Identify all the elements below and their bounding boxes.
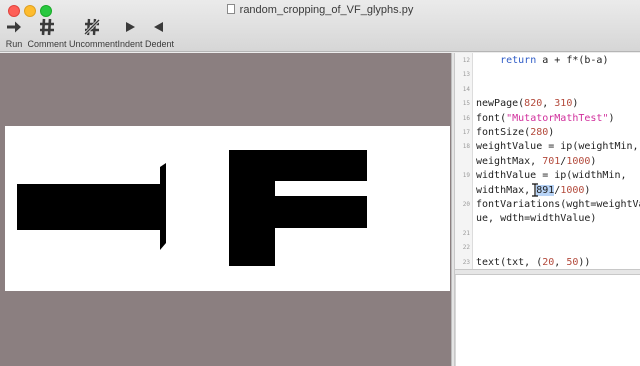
code-text: weightValue = ip(weightMin, (476, 140, 639, 154)
code-line[interactable]: 19 widthValue = ip(widthMin, (455, 169, 640, 183)
glyph-drawing (17, 150, 367, 266)
line-number: 16 (462, 114, 470, 122)
code-token-num: 280 (530, 127, 549, 138)
drawing-page (5, 126, 450, 291)
code-token-plain: )) (578, 256, 591, 268)
line-number: 21 (462, 229, 470, 237)
code-text: ue, wdth=widthValue) (476, 212, 596, 226)
code-token-num: 310 (554, 98, 573, 110)
code-token-kw: return (500, 55, 537, 66)
code-line[interactable]: 20 fontVariations(wght=weightVal (455, 198, 640, 212)
code-line[interactable]: 18 weightValue = ip(weightMin, (455, 140, 640, 154)
glyph-letter-f (229, 150, 367, 266)
code-token-num: 20 (542, 256, 555, 268)
code-token-plain: ) (572, 98, 579, 110)
indent-button[interactable]: Indent (117, 16, 143, 50)
run-button[interactable]: Run (3, 16, 25, 50)
code-text: widthValue = ip(widthMin, (476, 169, 627, 183)
code-token-plain: , (542, 98, 555, 110)
code-token-plain: text(txt, ( (476, 256, 543, 268)
code-token-plain: ) (590, 155, 597, 167)
uncomment-label: Uncomment (69, 39, 118, 49)
code-line[interactable]: 23 text(txt, (20, 50)) (455, 256, 640, 269)
comment-button[interactable]: Comment (27, 16, 67, 50)
uncomment-button[interactable]: Uncomment (69, 16, 118, 50)
indent-label: Indent (117, 39, 143, 49)
cropped-glyph-left (17, 163, 166, 250)
line-number: 19 (462, 172, 470, 180)
line-number: 18 (462, 143, 470, 151)
line-number: 22 (462, 244, 470, 252)
line-number: 14 (462, 85, 470, 93)
line-number: 12 (462, 57, 470, 64)
window-title: random_cropping_of_VF_glyphs.py (239, 4, 414, 16)
line-number: 17 (462, 129, 470, 136)
comment-label: Comment (27, 39, 67, 49)
code-token-plain: a + f*(b-a) (536, 55, 609, 66)
crossed-hash-icon (69, 16, 115, 38)
dedent-button[interactable]: Dedent (145, 16, 175, 50)
line-number: 15 (462, 100, 470, 108)
code-line[interactable]: 14 (455, 83, 640, 97)
code-token-plain: weightValue = ip(weightMin, (476, 141, 639, 153)
code-line[interactable]: 21 (455, 227, 640, 241)
code-token-plain: ) (608, 112, 615, 124)
play-arrow-icon (3, 16, 25, 38)
code-text: fontSize(280) (476, 126, 554, 140)
code-token-num: 820 (524, 98, 543, 110)
line-number: 23 (462, 258, 470, 266)
document-icon (226, 4, 235, 14)
code-token-plain: fontVariations(wght=weightVal (476, 199, 640, 210)
line-number: 13 (462, 71, 470, 79)
code-line[interactable]: 16 font("MutatorMathTest") (455, 112, 640, 126)
code-text: newPage(820, 310) (476, 97, 578, 111)
code-text: fontVariations(wght=weightVal (476, 198, 640, 212)
output-console[interactable] (455, 275, 640, 366)
code-text: font("MutatorMathTest") (476, 112, 615, 126)
code-token-num: 1000 (566, 155, 591, 167)
code-token-plain: ue, wdth=widthValue) (476, 213, 597, 225)
code-line[interactable]: 15 newPage(820, 310) (455, 97, 640, 111)
code-line[interactable]: 13 (455, 68, 640, 82)
code-line[interactable]: 12 return a + f*(b-a) (455, 54, 640, 68)
code-text: return a + f*(b-a) (476, 54, 608, 68)
code-token-plain: ) (548, 127, 555, 138)
text-cursor-icon (532, 183, 538, 197)
code-text: weightMax, 701/1000) (476, 155, 596, 169)
code-token-plain: newPage( (476, 98, 525, 110)
code-token-plain: , (554, 256, 567, 268)
code-token-plain: font( (476, 112, 507, 124)
dedent-label: Dedent (145, 39, 175, 49)
code-token-plain: weightMax, (476, 155, 543, 167)
hash-icon (27, 16, 67, 38)
code-token-plain: ) (584, 184, 591, 196)
code-token-plain: fontSize( (476, 127, 531, 138)
code-text: text(txt, (20, 50)) (476, 256, 590, 269)
triangle-right-icon (117, 16, 143, 38)
code-token-plain: widthValue = ip(widthMin, (476, 170, 627, 182)
code-line[interactable]: weightMax, 701/1000) (455, 155, 640, 169)
window-titlebar: random_cropping_of_VF_glyphs.py Run Comm… (0, 0, 640, 52)
run-label: Run (5, 39, 23, 49)
line-number: 20 (462, 201, 470, 208)
code-line[interactable]: ue, wdth=widthValue) (455, 212, 640, 226)
code-token-plain: widthMax, (476, 184, 537, 196)
code-token-num: 50 (566, 256, 579, 268)
code-line[interactable]: 17 fontSize(280) (455, 126, 640, 140)
code-line[interactable]: widthMax, 891/1000) (455, 184, 640, 198)
code-token-str: "MutatorMathTest" (506, 112, 609, 124)
canvas-pane[interactable] (0, 53, 451, 366)
code-token-num: 1000 (560, 184, 585, 196)
code-line[interactable]: 22 (455, 241, 640, 255)
triangle-left-icon (145, 16, 173, 38)
code-editor[interactable]: 12 return a + f*(b-a) 13 14 15 newPage(820, … (455, 53, 640, 269)
code-token-num: 701 (542, 155, 561, 167)
